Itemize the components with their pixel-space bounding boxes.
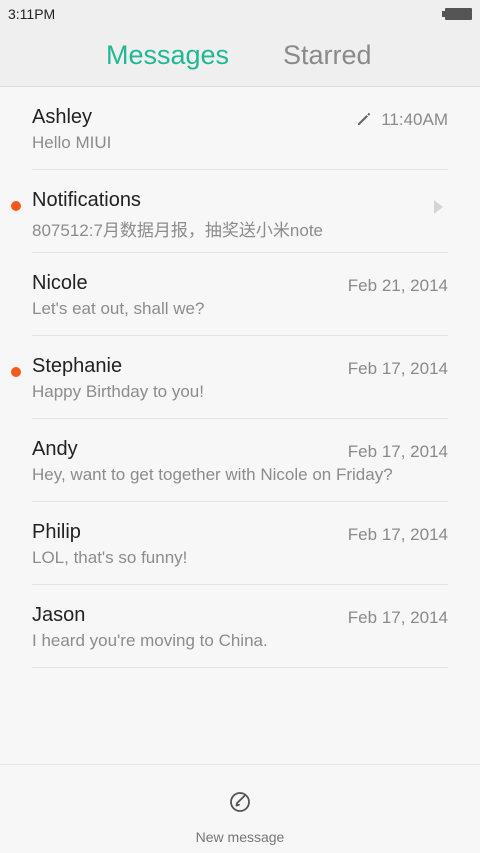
- message-date: Feb 21, 2014: [347, 276, 448, 295]
- unread-dot: [11, 201, 21, 211]
- battery-icon: [442, 8, 472, 20]
- contact-name: Notifications: [32, 189, 141, 211]
- contact-name: Nicole: [32, 272, 88, 294]
- bottom-bar: New message: [0, 764, 480, 853]
- contact-name: Ashley: [32, 106, 93, 128]
- message-preview: Hey, want to get together with Nicole on…: [32, 465, 393, 484]
- contact-name: Stephanie: [32, 355, 123, 377]
- tabs-header: Messages Starred: [0, 28, 480, 87]
- conversation-item-andy[interactable]: Andy Hey, want to get together with Nico…: [0, 419, 480, 502]
- status-time: 3:11PM: [8, 6, 56, 22]
- message-preview: 807512:7月数据月报，抽奖送小米note: [32, 221, 323, 240]
- conversation-item-ashley[interactable]: Ashley Hello MIUI 11:40AM: [0, 87, 480, 170]
- message-date: Feb 17, 2014: [347, 442, 448, 461]
- message-preview: LOL, that's so funny!: [32, 548, 188, 567]
- contact-name: Andy: [32, 438, 78, 460]
- message-preview: I heard you're moving to China.: [32, 631, 268, 650]
- contact-name: Philip: [32, 521, 81, 543]
- message-date: Feb 17, 2014: [347, 608, 448, 627]
- new-message-button[interactable]: New message: [180, 765, 300, 853]
- message-date: Feb 17, 2014: [347, 525, 448, 544]
- message-date: Feb 17, 2014: [347, 359, 448, 378]
- conversation-item-jason[interactable]: Jason I heard you're moving to China. Fe…: [0, 585, 480, 668]
- status-bar: 3:11PM: [0, 0, 480, 28]
- contact-name: Jason: [32, 604, 86, 626]
- message-preview: Hello MIUI: [32, 133, 112, 152]
- pencil-icon: [358, 112, 371, 125]
- tab-messages[interactable]: Messages: [106, 40, 229, 71]
- compose-icon: [230, 792, 250, 812]
- divider: [32, 667, 448, 668]
- conversation-item-notifications[interactable]: Notifications 807512:7月数据月报，抽奖送小米note: [0, 170, 480, 253]
- unread-dot: [11, 367, 21, 377]
- conversation-list: Ashley Hello MIUI 11:40AM Notifications …: [0, 87, 480, 668]
- conversation-item-nicole[interactable]: Nicole Let's eat out, shall we? Feb 21, …: [0, 253, 480, 336]
- conversation-item-stephanie[interactable]: Stephanie Happy Birthday to you! Feb 17,…: [0, 336, 480, 419]
- message-preview: Let's eat out, shall we?: [32, 299, 205, 318]
- chevron-right-icon: [434, 200, 443, 214]
- tab-starred[interactable]: Starred: [283, 40, 372, 71]
- conversation-item-philip[interactable]: Philip LOL, that's so funny! Feb 17, 201…: [0, 502, 480, 585]
- message-preview: Happy Birthday to you!: [32, 382, 204, 401]
- new-message-label: New message: [195, 829, 285, 845]
- message-time: 11:40AM: [381, 110, 448, 129]
